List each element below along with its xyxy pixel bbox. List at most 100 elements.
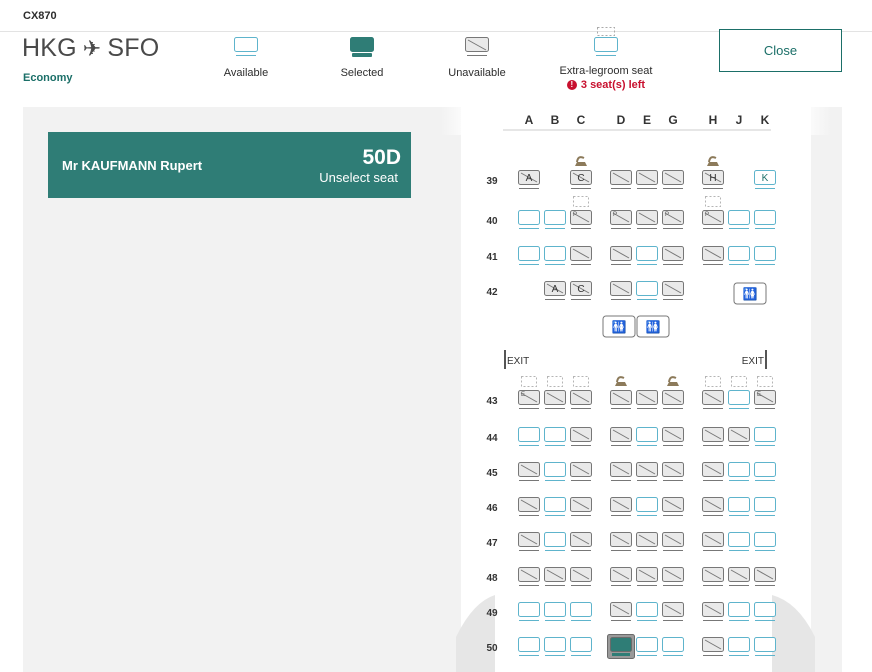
row-label-48: 48: [486, 573, 498, 584]
seat-49j[interactable]: [728, 602, 750, 621]
seat-48d: [610, 567, 632, 586]
seat-44c: [570, 427, 592, 446]
top-bar: CX870: [0, 0, 872, 32]
seat-40k[interactable]: [754, 210, 776, 229]
seat-44d: [610, 427, 632, 446]
seat-44h: [702, 427, 724, 446]
seat-50h: [702, 637, 724, 656]
seat-41h: [702, 246, 724, 265]
svg-text:P: P: [573, 212, 577, 218]
seat-41k[interactable]: [754, 246, 776, 265]
seat-41e[interactable]: [636, 246, 658, 265]
seat-44g: [662, 427, 684, 446]
seat-50g[interactable]: [662, 637, 684, 656]
lavatory-icon: 🚻: [636, 315, 670, 338]
row-label-49: 49: [486, 608, 498, 619]
legend-unavailable-label: Unavailable: [448, 67, 506, 79]
seat-41b[interactable]: [544, 246, 566, 265]
svg-text:E: E: [521, 392, 525, 398]
exit-marker-right: EXIT: [742, 350, 767, 369]
seat-49e[interactable]: [636, 602, 658, 621]
seat-46d: [610, 497, 632, 516]
seat-46k[interactable]: [754, 497, 776, 516]
seat-40d: P: [610, 210, 632, 229]
seat-41j[interactable]: [728, 246, 750, 265]
seat-41a[interactable]: [518, 246, 540, 265]
seat-45b[interactable]: [544, 462, 566, 481]
seat-47j[interactable]: [728, 532, 750, 551]
seat-47e: [636, 532, 658, 551]
seat-46g: [662, 497, 684, 516]
lavatory-icon: 🚻: [733, 282, 767, 305]
seat-49b[interactable]: [544, 602, 566, 621]
legend-selected: Selected: [328, 36, 396, 79]
exit-marker-left: EXIT: [504, 350, 529, 369]
seat-50b[interactable]: [544, 637, 566, 656]
seat-43b: [544, 390, 566, 409]
seat-42d: [610, 281, 632, 300]
seat-50c[interactable]: [570, 637, 592, 656]
seat-map: A B C D E G H J K 🚻 🚻 🚻 EXIT EXIT 39 A C H K 40 P P P P 41 42 A C 43…: [456, 113, 815, 672]
svg-text:🚻: 🚻: [612, 320, 627, 334]
seat-47b[interactable]: [544, 532, 566, 551]
seat-46a: [518, 497, 540, 516]
seat-39k[interactable]: K: [754, 170, 776, 189]
seat-48h: [702, 567, 724, 586]
svg-text:H: H: [709, 173, 716, 184]
selected-seat-icon: [350, 37, 374, 57]
seat-46j[interactable]: [728, 497, 750, 516]
seat-39g: [662, 170, 684, 189]
seat-45g: [662, 462, 684, 481]
column-label-h: H: [709, 113, 718, 127]
seat-49a[interactable]: [518, 602, 540, 621]
row-label-46: 46: [486, 503, 498, 514]
column-label-g: G: [668, 113, 677, 127]
seat-43h: [702, 390, 724, 409]
svg-text:E: E: [757, 392, 761, 398]
seat-40j[interactable]: [728, 210, 750, 229]
seat-39a: A: [518, 170, 540, 189]
cabin-class: Economy: [23, 72, 73, 84]
seat-40h: P: [702, 210, 724, 229]
seat-47a: [518, 532, 540, 551]
alert-icon: !: [566, 80, 577, 90]
legend-available-label: Available: [223, 67, 269, 79]
close-button[interactable]: Close: [719, 29, 842, 72]
flight-number: CX870: [23, 10, 57, 22]
seat-49c[interactable]: [570, 602, 592, 621]
route-title: HKG ✈ SFO: [22, 34, 159, 63]
seat-48e: [636, 567, 658, 586]
seat-47k[interactable]: [754, 532, 776, 551]
seat-44a[interactable]: [518, 427, 540, 446]
seat-50d[interactable]: [607, 634, 635, 659]
column-label-j: J: [736, 113, 743, 127]
seat-44k[interactable]: [754, 427, 776, 446]
seat-48c: [570, 567, 592, 586]
seat-44b[interactable]: [544, 427, 566, 446]
row-label-41: 41: [486, 252, 498, 263]
seat-40a[interactable]: [518, 210, 540, 229]
seat-42e[interactable]: [636, 281, 658, 300]
column-label-c: C: [577, 113, 586, 127]
seat-46e[interactable]: [636, 497, 658, 516]
seat-50j[interactable]: [728, 637, 750, 656]
column-label-a: A: [525, 113, 534, 127]
bassinet-icon: [707, 156, 719, 166]
legend-selected-label: Selected: [340, 67, 384, 79]
seat-50a[interactable]: [518, 637, 540, 656]
legend-available: Available: [212, 36, 280, 79]
seat-45d: [610, 462, 632, 481]
seat-45k[interactable]: [754, 462, 776, 481]
seat-40b[interactable]: [544, 210, 566, 229]
extra-legroom-indicator: [573, 196, 589, 207]
svg-text:EXIT: EXIT: [742, 356, 764, 367]
seat-46c: [570, 497, 592, 516]
seat-43j[interactable]: [728, 390, 750, 409]
seat-46b[interactable]: [544, 497, 566, 516]
seat-44e[interactable]: [636, 427, 658, 446]
legend-extra-legroom: Extra-legroom seat ! 3 seat(s) left: [552, 26, 660, 91]
extra-legroom-indicator: [731, 376, 747, 387]
seat-50e[interactable]: [636, 637, 658, 656]
seat-selection-panel: Mr KAUFMANN Rupert 50D Unselect seat ABC…: [23, 107, 842, 672]
seat-45j[interactable]: [728, 462, 750, 481]
